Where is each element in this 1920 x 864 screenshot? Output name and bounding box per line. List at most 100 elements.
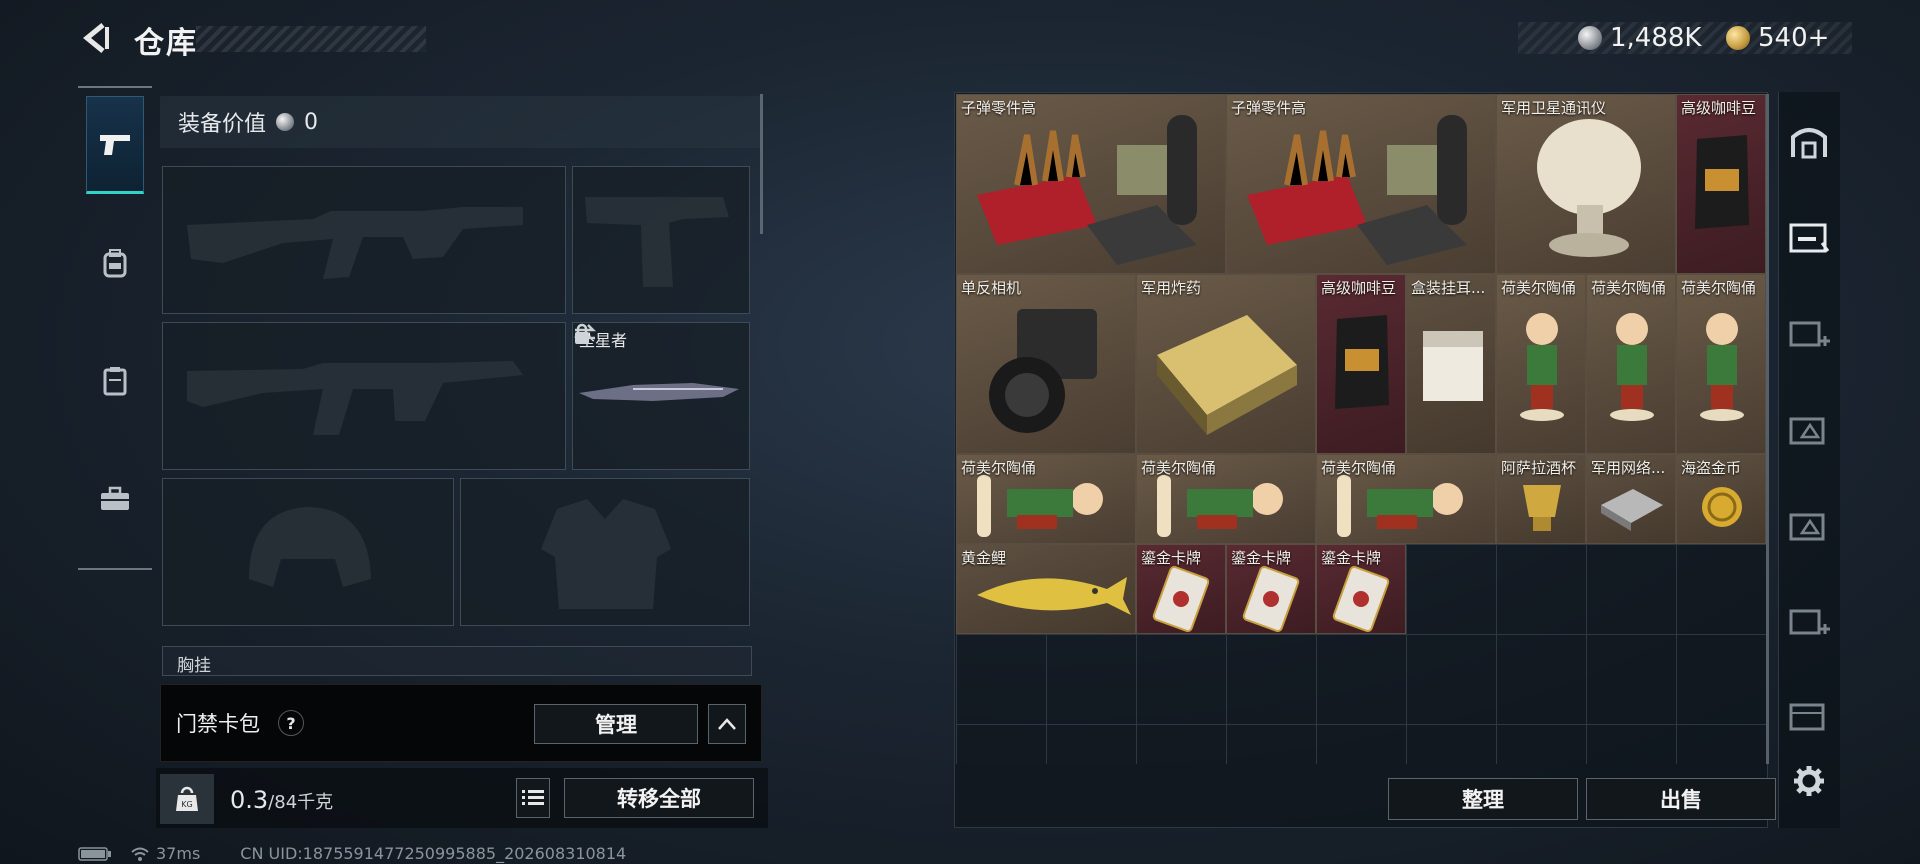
figurine-icon	[1700, 313, 1744, 421]
tab-backpack[interactable]	[86, 214, 144, 312]
manage-button[interactable]: 管理	[534, 704, 698, 744]
ping: 37ms	[156, 844, 201, 863]
item-gilded-card-3[interactable]: 鎏金卡牌	[1316, 544, 1406, 634]
item-hummel-figurine-lying-1[interactable]: 荷美尔陶俑	[956, 454, 1136, 544]
item-satellite-communicator[interactable]: 军用卫星通讯仪	[1496, 94, 1676, 274]
list-view-button[interactable]	[516, 778, 550, 818]
item-military-explosive[interactable]: 军用炸药	[1136, 274, 1316, 454]
kettlebell-icon: KG	[176, 786, 198, 811]
ammo-crate-icon	[1247, 115, 1467, 265]
weight-readout: 0.3/84千克	[230, 786, 333, 814]
chest-rig-slot[interactable]: 胸挂	[162, 646, 752, 676]
tab-vest[interactable]	[86, 332, 144, 430]
helmet-slot[interactable]	[162, 478, 454, 626]
sell-button[interactable]: 出售	[1586, 778, 1776, 820]
tab-storage-4[interactable]	[1784, 690, 1834, 740]
add-storage-icon	[1789, 609, 1830, 635]
battery-icon	[78, 846, 111, 861]
sort-button[interactable]: 整理	[1388, 778, 1578, 820]
primary-weapon-slot-2[interactable]	[162, 322, 566, 470]
item-bullet-parts-2[interactable]: 子弹零件高	[1226, 94, 1496, 274]
collapse-button[interactable]	[708, 704, 746, 744]
coffee-box-icon	[1423, 331, 1483, 401]
settings-button[interactable]	[1784, 756, 1834, 806]
storage-folder-icon	[1789, 703, 1825, 731]
tab-equipment-storage[interactable]	[1784, 212, 1834, 262]
back-button[interactable]	[78, 18, 118, 58]
item-gilded-card-1[interactable]: 鎏金卡牌	[1136, 544, 1226, 634]
melee-slot[interactable]: 坠星者	[572, 322, 750, 470]
ammo-crate-icon	[977, 115, 1197, 265]
equipment-scrollbar[interactable]	[760, 94, 763, 234]
rifle-silhouette-icon	[187, 207, 523, 279]
helmet-silhouette-icon	[249, 507, 371, 587]
item-gilded-card-2[interactable]: 鎏金卡牌	[1226, 544, 1316, 634]
title-stripe	[196, 26, 426, 52]
item-drip-coffee-box[interactable]: 盒装挂耳...	[1406, 274, 1496, 454]
inventory-scrollbar[interactable]	[1766, 94, 1769, 764]
item-premium-coffee-1[interactable]: 高级咖啡豆	[1676, 94, 1766, 274]
briefcase-icon	[101, 486, 129, 510]
list-icon	[522, 790, 544, 805]
storage-box-icon	[1789, 513, 1825, 541]
weight-max: /84千克	[268, 792, 334, 813]
warehouse-icon	[1791, 128, 1827, 159]
item-pirate-gold-coin[interactable]: 海盗金币	[1676, 454, 1766, 544]
explosive-crate-icon	[1157, 315, 1297, 435]
back-arrow-icon	[83, 23, 109, 53]
equipment-case-icon	[1789, 223, 1830, 253]
uid: CN UID:1875591477250995885_202608310814	[240, 844, 627, 863]
pistol-icon	[100, 135, 130, 155]
armor-slot[interactable]	[460, 478, 750, 626]
coffee-bag-icon	[1335, 315, 1389, 409]
silver-coin-icon	[276, 113, 295, 131]
coffee-bag-icon	[1695, 135, 1749, 229]
tab-all-storage[interactable]	[1784, 116, 1834, 166]
equipment-value: 0	[304, 109, 319, 135]
item-hummel-figurine-3[interactable]: 荷美尔陶俑	[1676, 274, 1766, 454]
transfer-all-button[interactable]: 转移全部	[564, 778, 754, 818]
figurine-icon	[1610, 313, 1654, 421]
equipment-value-row: 装备价值 0	[160, 96, 760, 148]
item-premium-coffee-2[interactable]: 高级咖啡豆	[1316, 274, 1406, 454]
tab-add-storage-2[interactable]	[1784, 596, 1834, 646]
tab-add-storage-1[interactable]	[1784, 308, 1834, 358]
silver-currency[interactable]: 1,488K	[1578, 20, 1701, 56]
tab-case[interactable]	[86, 450, 144, 548]
page-title: 仓库	[134, 26, 198, 61]
item-bullet-parts-1[interactable]: 子弹零件高	[956, 94, 1226, 274]
satellite-dish-icon	[1537, 119, 1641, 257]
item-hummel-figurine-2[interactable]: 荷美尔陶俑	[1586, 274, 1676, 454]
tab-storage-3[interactable]	[1784, 500, 1834, 550]
weight-icon: KG	[160, 774, 214, 824]
backpack-icon	[103, 249, 127, 278]
primary-weapon-slot-1[interactable]	[162, 166, 566, 314]
item-dslr-camera[interactable]: 单反相机	[956, 274, 1136, 454]
silver-coin-icon	[1578, 26, 1602, 50]
help-button[interactable]: ?	[278, 710, 304, 736]
lock-icon	[575, 323, 589, 344]
add-storage-icon	[1789, 321, 1830, 347]
knife-icon	[579, 383, 739, 401]
storage-box-icon	[1789, 417, 1825, 445]
gold-currency[interactable]: 540+	[1726, 20, 1829, 56]
tab-weapons[interactable]	[86, 96, 144, 194]
sidearm-slot[interactable]	[572, 166, 750, 314]
weight-current: 0.3	[230, 786, 269, 814]
tab-storage-2[interactable]	[1784, 404, 1834, 454]
item-golden-carp[interactable]: 黄金鲤	[956, 544, 1136, 634]
pistol-silhouette-icon	[585, 197, 729, 287]
wifi-icon	[131, 847, 149, 861]
chevron-up-icon	[718, 718, 736, 730]
access-card-label: 门禁卡包	[176, 712, 260, 736]
item-hummel-figurine-lying-3[interactable]: 荷美尔陶俑	[1316, 454, 1496, 544]
equipment-value-label: 装备价值	[178, 112, 267, 137]
rifle-silhouette-icon	[187, 361, 523, 435]
loadout-tab-rail	[78, 86, 152, 570]
item-hummel-figurine-1[interactable]: 荷美尔陶俑	[1496, 274, 1586, 454]
figurine-icon	[1520, 313, 1564, 421]
item-hummel-figurine-lying-2[interactable]: 荷美尔陶俑	[1136, 454, 1316, 544]
gear-icon	[1794, 766, 1824, 796]
item-asara-goblet[interactable]: 阿萨拉酒杯	[1496, 454, 1586, 544]
item-military-network-device[interactable]: 军用网络...	[1586, 454, 1676, 544]
